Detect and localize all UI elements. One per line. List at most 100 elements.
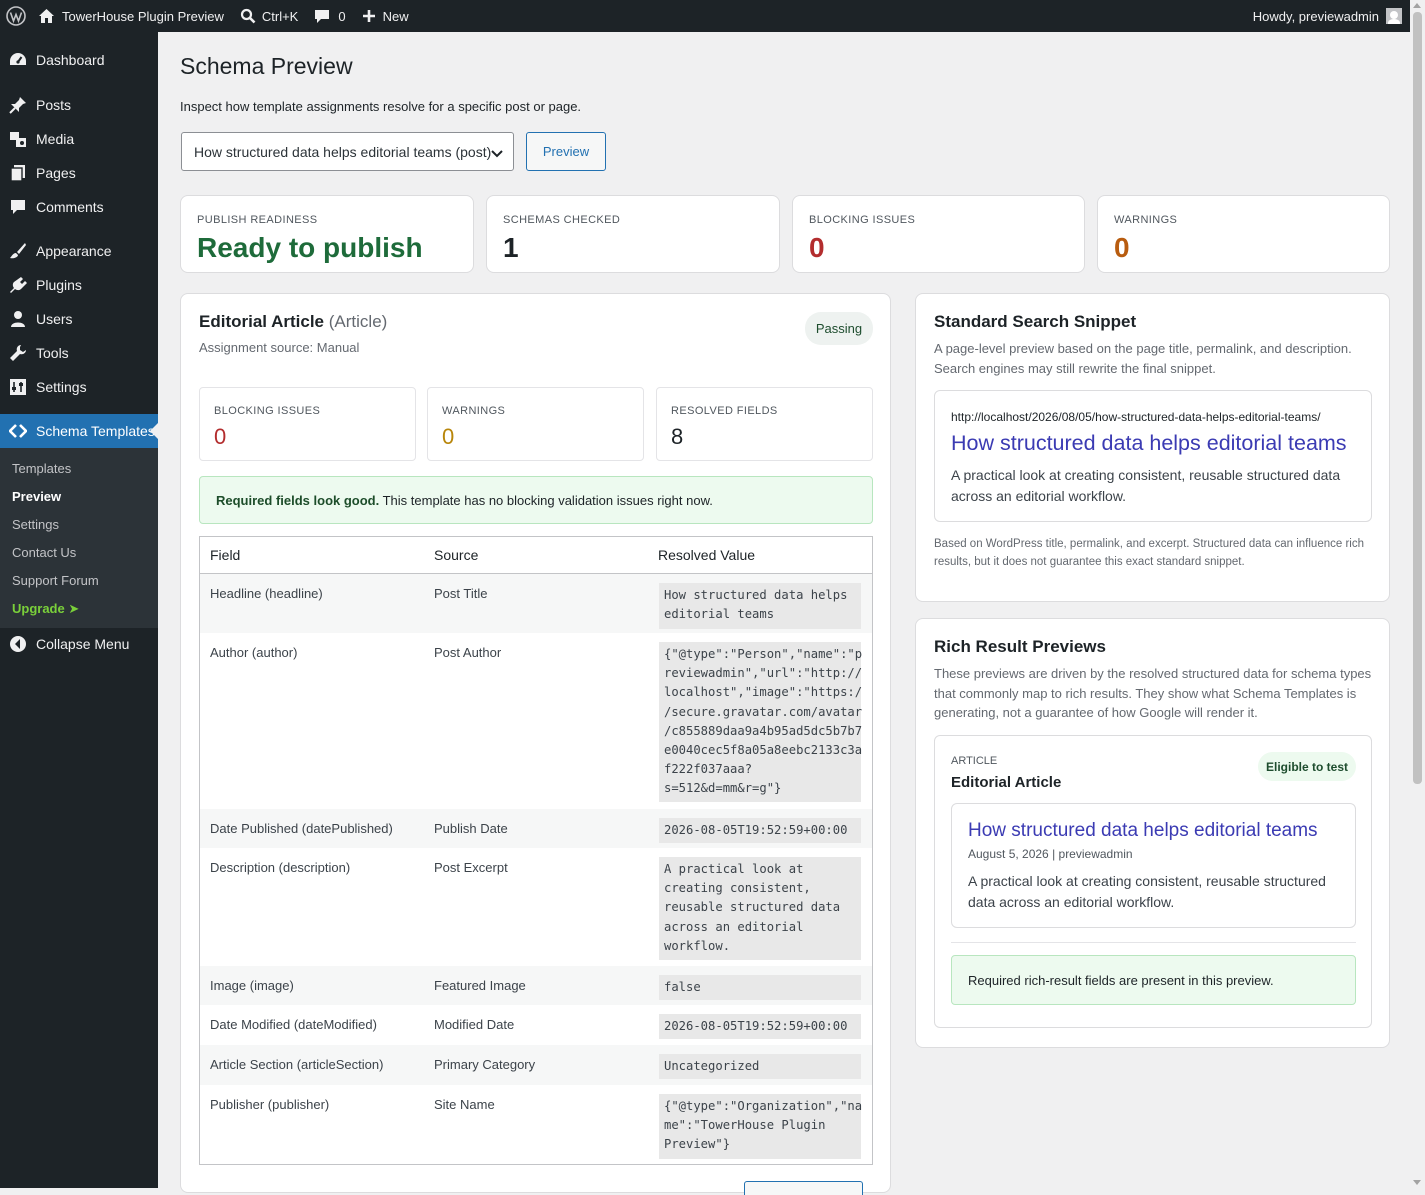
page-description: Inspect how template assignments resolve…: [180, 99, 582, 114]
menu-label: Users: [36, 311, 73, 327]
table-row: Date Published (datePublished) Publish D…: [200, 809, 872, 848]
template-type: (Article): [328, 312, 388, 331]
rich-result-notice: Required rich-result fields are present …: [951, 955, 1356, 1005]
rich-result-kind: ARTICLE: [951, 755, 998, 767]
site-name-link[interactable]: TowerHouse Plugin Preview: [32, 0, 232, 32]
submenu-contact-us[interactable]: Contact Us: [12, 545, 76, 560]
stat-card-warnings: Warnings 0: [1097, 195, 1390, 273]
command-palette-link[interactable]: Ctrl+K: [232, 0, 306, 32]
resolved-fields-table: Field Source Resolved Value Headline (he…: [199, 536, 873, 1165]
stat-label: Blocking Issues: [214, 405, 321, 417]
field-cell: Image (image): [210, 978, 294, 993]
scrollbar-thumb[interactable]: [1413, 12, 1422, 784]
snippet-preview-box: http://localhost/2026/08/05/how-structur…: [934, 390, 1372, 522]
menu-item-posts[interactable]: Posts: [0, 88, 158, 122]
rich-headline-link[interactable]: How structured data helps editorial team…: [968, 820, 1318, 842]
table-row: Article Section (articleSection) Primary…: [200, 1045, 872, 1085]
menu-label: Settings: [36, 379, 87, 395]
column-header-field: Field: [210, 547, 241, 563]
submenu-preview[interactable]: Preview: [12, 489, 61, 504]
page-scrollbar[interactable]: [1410, 0, 1425, 1188]
submenu-settings[interactable]: Settings: [12, 517, 59, 532]
snippet-card-title: Standard Search Snippet: [934, 312, 1137, 331]
scroll-down-arrow-icon[interactable]: [1413, 1180, 1421, 1185]
menu-item-comments[interactable]: Comments: [0, 190, 158, 224]
stat-label: Blocking Issues: [809, 214, 916, 226]
menu-label: Media: [36, 131, 75, 147]
scroll-up-arrow-icon[interactable]: [1413, 3, 1421, 8]
rich-meta: August 5, 2026 | previewadmin: [968, 847, 1133, 861]
comments-icon: [0, 198, 36, 216]
post-select[interactable]: How structured data helps editorial team…: [181, 132, 514, 171]
menu-item-plugins[interactable]: Plugins: [0, 268, 158, 302]
validation-notice: Required fields look good. This template…: [199, 476, 873, 524]
stat-card-publish-readiness: Publish Readiness Ready to publish: [180, 195, 474, 273]
arrow-right-icon: ➤: [68, 601, 80, 616]
source-cell: Site Name: [434, 1097, 495, 1112]
stat-value: 0: [442, 424, 455, 449]
mini-stat-blocking-issues: Blocking Issues 0: [199, 387, 416, 461]
notice-bold: Required fields look good.: [216, 492, 380, 508]
menu-item-pages[interactable]: Pages: [0, 156, 158, 190]
new-label: New: [382, 8, 409, 24]
template-name: Editorial Article: [199, 312, 325, 331]
value-cell: {"@type":"Organization","na me":"TowerHo…: [659, 1094, 862, 1159]
column-header-source: Source: [434, 547, 479, 563]
dashboard-icon: [0, 51, 36, 69]
menu-label: Appearance: [36, 243, 112, 259]
collapse-label: Collapse Menu: [36, 636, 130, 652]
table-row: Date Modified (dateModified) Modified Da…: [200, 1005, 872, 1045]
chevron-down-icon: [491, 146, 503, 162]
menu-item-settings[interactable]: Settings: [0, 370, 158, 404]
submenu-templates[interactable]: Templates: [12, 461, 71, 476]
stat-card-blocking-issues: Blocking Issues 0: [792, 195, 1085, 273]
comment-bubble-icon: [314, 8, 330, 24]
value-cell: Uncategorized: [659, 1054, 861, 1079]
menu-item-tools[interactable]: Tools: [0, 336, 158, 370]
menu-label: Plugins: [36, 277, 82, 293]
home-icon: [38, 8, 55, 24]
notice-text: This template has no blocking validation…: [379, 492, 713, 508]
menu-item-appearance[interactable]: Appearance: [0, 234, 158, 268]
field-cell: Date Modified (dateModified): [210, 1017, 377, 1032]
stat-value: 1: [503, 232, 519, 263]
menu-item-users[interactable]: Users: [0, 302, 158, 336]
admin-menu: Dashboard Posts Media Pages Comments App…: [0, 32, 158, 1188]
value-cell: A practical look at creating consistent,…: [659, 857, 861, 960]
comments-count: 0: [338, 8, 346, 24]
menu-item-media[interactable]: Media: [0, 122, 158, 156]
stat-value: 8: [671, 424, 684, 449]
preview-button[interactable]: Preview: [526, 132, 606, 171]
rich-card-title: Rich Result Previews: [934, 637, 1106, 656]
source-cell: Post Title: [434, 586, 488, 601]
new-content-link[interactable]: New: [354, 0, 417, 32]
stat-label: Schemas Checked: [503, 214, 621, 226]
submenu-upgrade[interactable]: Upgrade ➤: [12, 601, 79, 617]
collapse-menu-button[interactable]: Collapse Menu: [0, 627, 158, 661]
submenu-support-forum[interactable]: Support Forum: [12, 573, 99, 588]
stat-label: Warnings: [442, 405, 506, 417]
partial-button[interactable]: [744, 1181, 863, 1195]
comments-link[interactable]: 0: [306, 0, 353, 32]
snippet-headline-link[interactable]: How structured data helps editorial team…: [951, 431, 1347, 456]
value-cell: {"@type":"Person","name":"p reviewadmin"…: [659, 642, 862, 802]
post-select-value: How structured data helps editorial team…: [194, 143, 492, 160]
collapse-arrow-icon: [0, 635, 36, 653]
field-cell: Date Published (datePublished): [210, 821, 393, 836]
value-cell: false: [659, 975, 861, 1000]
value-cell: 2026-08-05T19:52:59+00:00: [659, 1014, 861, 1039]
stat-value: 0: [1114, 232, 1130, 263]
menu-item-schema-templates[interactable]: Schema Templates: [0, 414, 158, 448]
eligible-badge: Eligible to test: [1258, 752, 1356, 781]
source-cell: Post Author: [434, 645, 502, 660]
pages-icon: [0, 164, 36, 182]
account-menu[interactable]: Howdy, previewadmin: [1245, 0, 1410, 32]
stat-label: Resolved Fields: [671, 405, 778, 417]
schema-templates-submenu: Templates Preview Settings Contact Us Su…: [0, 448, 158, 628]
table-row: Author (author) Post Author {"@type":"Pe…: [200, 633, 872, 809]
wordpress-logo-icon[interactable]: [0, 0, 32, 32]
menu-item-dashboard[interactable]: Dashboard: [0, 43, 158, 77]
field-cell: Publisher (publisher): [210, 1097, 330, 1112]
search-shortcut: Ctrl+K: [261, 8, 299, 24]
field-cell: Author (author): [210, 645, 298, 660]
